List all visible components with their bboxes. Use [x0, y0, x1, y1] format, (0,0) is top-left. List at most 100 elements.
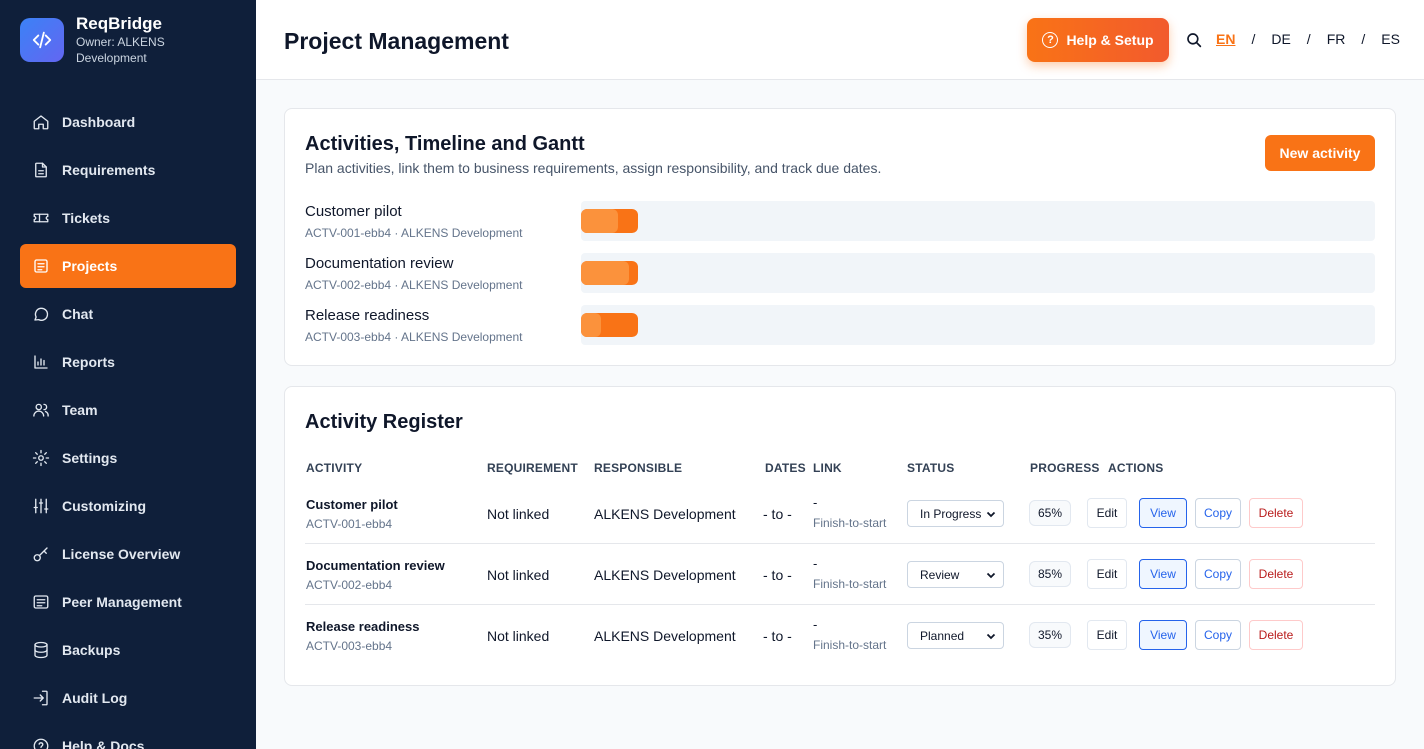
brand-owner: Owner: ALKENS Development [76, 35, 165, 65]
gantt-activity-meta: ACTV-002-ebb4 · ALKENS Development [305, 278, 523, 292]
activity-link: - [813, 617, 818, 632]
timeline-card: Activities, Timeline and Gantt Plan acti… [284, 108, 1396, 366]
status-select-value: Planned [920, 628, 965, 643]
sidebar-item-projects[interactable]: Projects [20, 244, 236, 288]
column-header-requirement: REQUIREMENT [487, 461, 578, 475]
sidebar-item-team[interactable]: Team [20, 388, 236, 432]
table-row: Release readiness ACTV-003-ebb4 Not link… [305, 605, 1375, 666]
gantt-activity-meta: ACTV-001-ebb4 · ALKENS Development [305, 226, 523, 240]
progress-badge: 85% [1029, 561, 1071, 587]
column-header-link: LINK [813, 461, 842, 475]
activity-responsible: ALKENS Development [594, 567, 736, 583]
copy-button[interactable]: Copy [1195, 620, 1241, 650]
edit-button[interactable]: Edit [1087, 498, 1127, 528]
language-fr[interactable]: FR [1327, 31, 1346, 47]
sidebar-item-audit-log[interactable]: Audit Log [20, 676, 236, 720]
view-button[interactable]: View [1139, 559, 1187, 589]
login-icon [32, 689, 50, 707]
column-header-status: STATUS [907, 461, 955, 475]
column-header-progress: PROGRESS [1030, 461, 1100, 475]
top-header: Project Management ? Help & Setup EN / D… [256, 0, 1424, 80]
activity-link-type: Finish-to-start [813, 516, 887, 530]
gantt-bar[interactable] [581, 261, 638, 285]
sidebar-item-help-docs[interactable]: Help & Docs [20, 724, 236, 749]
timeline-subtitle: Plan activities, link them to business r… [305, 160, 882, 176]
chevron-down-icon [986, 633, 996, 640]
activity-name: Customer pilot [306, 497, 398, 512]
sidebar-item-label: Help & Docs [62, 738, 145, 749]
chart-icon [32, 353, 50, 371]
help-icon [32, 737, 50, 749]
search-icon[interactable] [1185, 31, 1203, 49]
sidebar-item-label: Peer Management [62, 594, 182, 610]
language-separator: / [1361, 31, 1366, 47]
progress-badge: 35% [1029, 622, 1071, 648]
edit-button[interactable]: Edit [1087, 620, 1127, 650]
sidebar-item-dashboard[interactable]: Dashboard [20, 100, 236, 144]
activity-link: - [813, 556, 818, 571]
view-button[interactable]: View [1139, 498, 1187, 528]
language-en[interactable]: EN [1216, 31, 1235, 47]
chevron-down-icon [986, 572, 996, 579]
gear-icon [32, 449, 50, 467]
gantt-row: Release readiness ACTV-003-ebb4 · ALKENS… [305, 305, 1375, 349]
sidebar-item-label: Requirements [62, 162, 156, 178]
code-icon [20, 18, 64, 62]
activity-dates: - to - [763, 628, 792, 644]
language-separator: / [1306, 31, 1311, 47]
sidebar-item-peer-management[interactable]: Peer Management [20, 580, 236, 624]
gantt-bar[interactable] [581, 209, 638, 233]
edit-button[interactable]: Edit [1087, 559, 1127, 589]
sidebar-item-label: Customizing [62, 498, 146, 514]
sidebar-item-label: Chat [62, 306, 94, 322]
sliders-icon [32, 497, 50, 515]
sidebar-item-chat[interactable]: Chat [20, 292, 236, 336]
status-select-value: In Progress [920, 506, 982, 521]
status-select[interactable]: Review [907, 561, 1004, 588]
sidebar-item-customizing[interactable]: Customizing [20, 484, 236, 528]
language-separator: / [1251, 31, 1256, 47]
help-setup-button[interactable]: ? Help & Setup [1027, 18, 1169, 62]
timeline-title: Activities, Timeline and Gantt [305, 133, 585, 155]
key-icon [32, 545, 50, 563]
column-header-responsible: RESPONSIBLE [594, 461, 683, 475]
delete-button[interactable]: Delete [1249, 559, 1303, 589]
gantt-row: Documentation review ACTV-002-ebb4 · ALK… [305, 253, 1375, 297]
activity-name: Documentation review [306, 558, 445, 573]
activity-responsible: ALKENS Development [594, 506, 736, 522]
delete-button[interactable]: Delete [1249, 498, 1303, 528]
activity-id: ACTV-003-ebb4 [306, 639, 393, 653]
sidebar-item-reports[interactable]: Reports [20, 340, 236, 384]
chevron-down-icon [986, 511, 996, 518]
delete-button[interactable]: Delete [1249, 620, 1303, 650]
sidebar-item-tickets[interactable]: Tickets [20, 196, 236, 240]
sidebar-item-backups[interactable]: Backups [20, 628, 236, 672]
new-activity-button[interactable]: New activity [1265, 135, 1375, 171]
brand[interactable]: ReqBridge Owner: ALKENS Development [0, 0, 256, 80]
language-switcher: EN / DE / FR / ES [1216, 31, 1400, 47]
copy-button[interactable]: Copy [1195, 559, 1241, 589]
table-row: Documentation review ACTV-002-ebb4 Not l… [305, 544, 1375, 605]
language-es[interactable]: ES [1381, 31, 1400, 47]
register-title: Activity Register [305, 411, 463, 433]
sidebar-item-license-overview[interactable]: License Overview [20, 532, 236, 576]
sidebar-item-label: Projects [62, 258, 118, 274]
view-button[interactable]: View [1139, 620, 1187, 650]
sidebar-item-settings[interactable]: Settings [20, 436, 236, 480]
sidebar-item-requirements[interactable]: Requirements [20, 148, 236, 192]
activity-dates: - to - [763, 506, 792, 522]
status-select[interactable]: Planned [907, 622, 1004, 649]
gantt-track [581, 201, 1375, 241]
language-de[interactable]: DE [1271, 31, 1290, 47]
progress-badge: 65% [1029, 500, 1071, 526]
gantt-bar-progress [581, 313, 601, 337]
activity-dates: - to - [763, 567, 792, 583]
gantt-bar-progress [581, 209, 619, 233]
gantt-bar[interactable] [581, 313, 638, 337]
gantt-row: Customer pilot ACTV-001-ebb4 · ALKENS De… [305, 201, 1375, 245]
status-select[interactable]: In Progress [907, 500, 1004, 527]
copy-button[interactable]: Copy [1195, 498, 1241, 528]
activity-link-type: Finish-to-start [813, 638, 887, 652]
gantt-track [581, 305, 1375, 345]
column-header-actions: ACTIONS [1108, 461, 1164, 475]
